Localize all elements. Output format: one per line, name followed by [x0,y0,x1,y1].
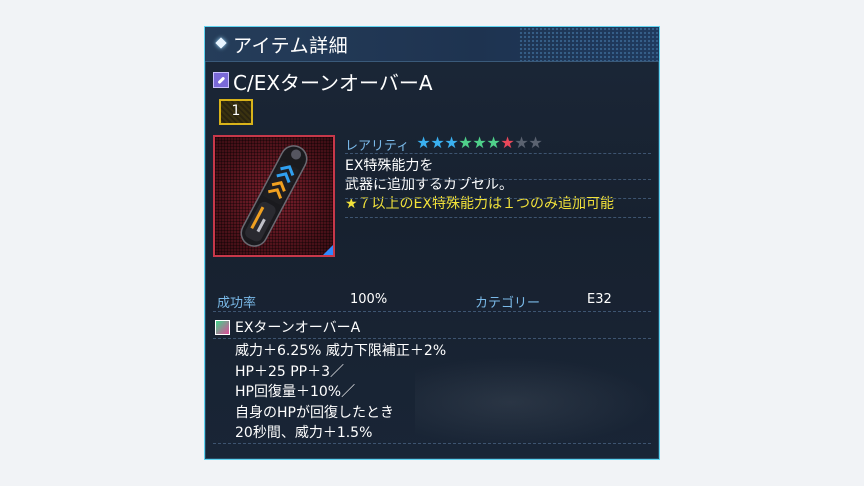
ability-effect-line: HP回復量＋10%／ [235,384,356,400]
category-value: E32 [587,292,612,307]
filled-star-icon: ★ [416,133,430,152]
filled-star-icon: ★ [486,133,500,152]
filled-star-icon: ★ [430,133,444,152]
background-blur [415,357,655,447]
item-description: EX特殊能力を 武器に追加するカプセル。 ★７以上のEX特殊能力は１つのみ追加可… [345,157,614,214]
header-pattern [519,27,659,61]
filled-star-icon: ★ [458,133,472,152]
capsule-type-icon [213,72,229,88]
item-image [213,135,335,257]
divider [213,443,651,444]
panel-header: アイテム詳細 [205,27,659,62]
success-rate-label: 成功率 [217,296,257,311]
divider [345,179,651,180]
divider [213,311,651,312]
category-label: カテゴリー [475,296,541,311]
ability-effect-line: 自身のHPが回復したとき [235,404,394,421]
quantity-badge: 1 [219,99,253,125]
ability-effects: 威力＋6.25% 威力下限補正＋2% HP＋25 PP＋3／ HP回復量＋10%… [235,341,446,444]
rarity-label: レアリティ [345,139,410,154]
divider [345,198,651,199]
item-detail-panel: アイテム詳細 C/EXターンオーバーA 1 レアリティ ★★★★★★★★★ EX… [204,26,660,460]
quantity-value: 1 [231,103,241,119]
empty-star-icon: ★ [528,133,542,152]
divider [213,338,651,339]
filled-star-icon: ★ [472,133,486,152]
divider [345,217,651,218]
ability-effect-line: HP＋25 PP＋3／ [235,363,345,380]
success-rate-value: 100% [350,292,388,307]
divider [345,153,651,154]
image-corner-marker [323,245,333,255]
panel-title: アイテム詳細 [233,35,349,57]
filled-star-icon: ★ [500,133,514,152]
ability-effect-line: 20秒間、威力＋1.5% [235,425,373,441]
capsule-icon [240,145,308,247]
diamond-icon [215,37,227,49]
rarity-stars: ★★★★★★★★★ [416,133,542,152]
ability-name: EXターンオーバーA [235,320,361,336]
item-name: C/EXターンオーバーA [233,71,433,95]
ability-effect-line: 威力＋6.25% 威力下限補正＋2% [235,343,447,359]
description-line: EX特殊能力を [345,158,434,174]
empty-star-icon: ★ [514,133,528,152]
ability-icon [215,320,230,335]
filled-star-icon: ★ [444,133,458,152]
